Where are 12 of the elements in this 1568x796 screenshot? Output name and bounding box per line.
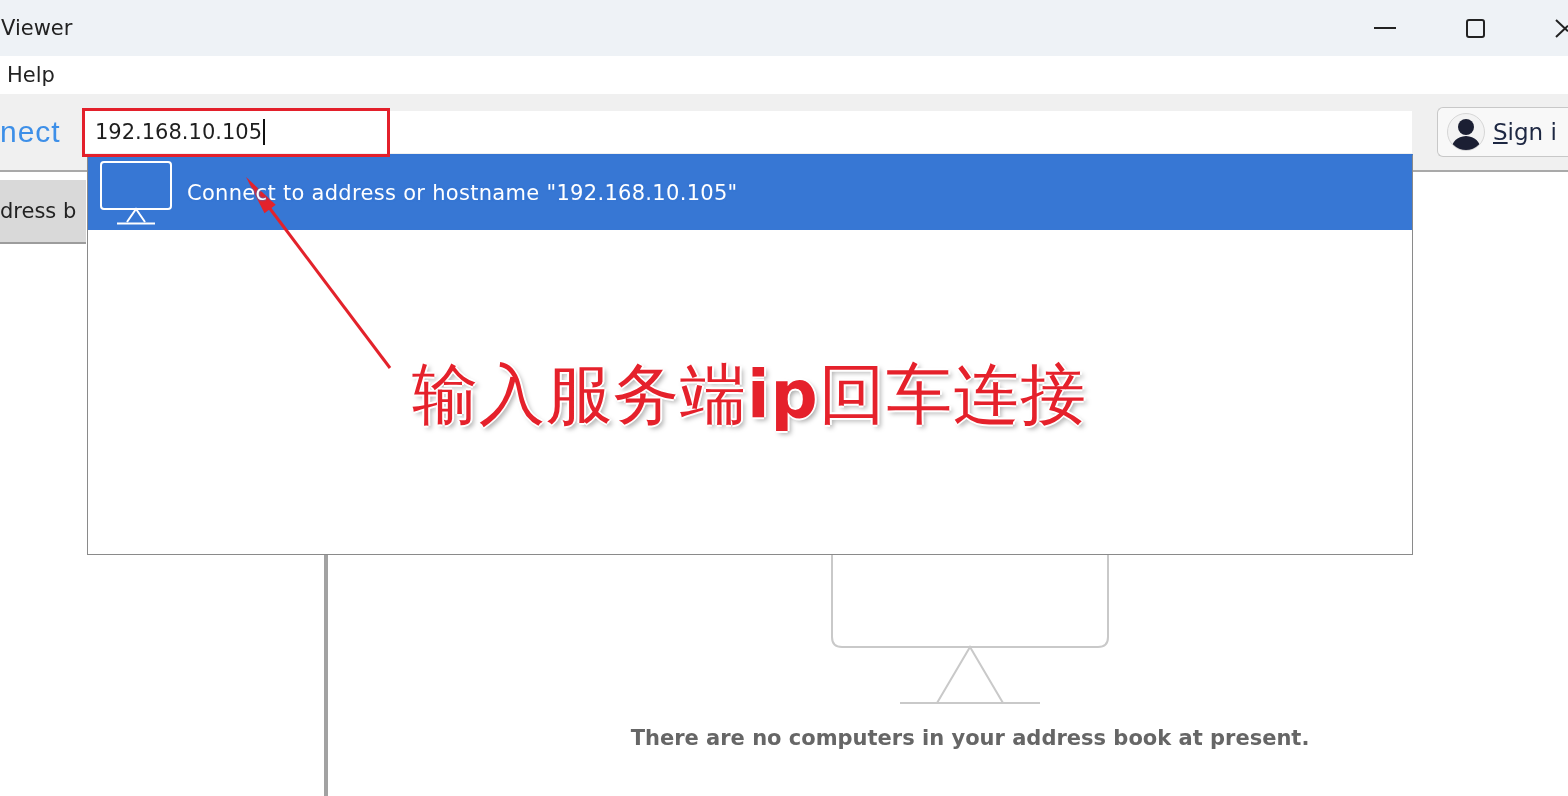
empty-state-message: There are no computers in your address book at present. <box>630 726 1310 750</box>
close-icon[interactable] <box>1555 18 1568 38</box>
logo-text: nect <box>0 115 62 149</box>
address-field[interactable]: 192.168.10.105 <box>84 111 1412 153</box>
menu-item[interactable]: Help <box>7 63 55 87</box>
monitor-icon <box>100 161 172 225</box>
maximize-icon[interactable] <box>1466 18 1485 38</box>
address-book-tab[interactable]: dress b <box>0 180 86 244</box>
avatar-icon <box>1447 113 1485 151</box>
sign-in-button[interactable]: Sign i <box>1437 107 1568 157</box>
annotation-text: 输入服务端ip回车连接 <box>412 358 1087 432</box>
window-title: Viewer <box>0 16 73 40</box>
